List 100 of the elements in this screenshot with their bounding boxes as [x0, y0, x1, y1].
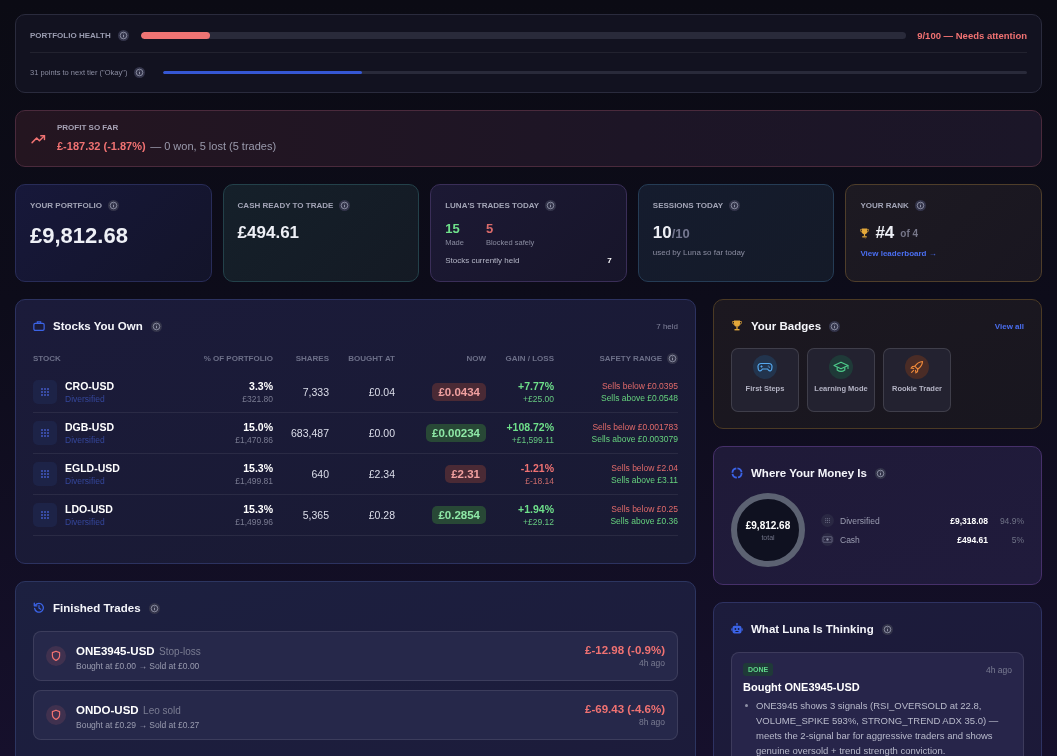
column-header: % OF PORTFOLIO — [202, 353, 273, 363]
sell-above-price: Sells above £0.36 — [610, 516, 678, 526]
grid-icon — [33, 421, 57, 445]
allocation-amount: £9,318.08 — [950, 515, 988, 526]
portfolio-share: 3.3% — [249, 380, 273, 392]
gain-percent: +7.77% — [518, 380, 554, 392]
decision-title: Bought ONE3945-USD — [743, 681, 861, 693]
bullet-icon — [745, 704, 748, 707]
stock-ticker: LDO-USD — [65, 503, 113, 515]
rank-total: of 4 — [900, 227, 919, 239]
sell-below-price: Sells below £0.0395 — [601, 381, 678, 391]
current-price: £0.2854 — [432, 506, 486, 524]
column-header: NOW — [465, 353, 486, 363]
panel-title: Stocks You Own — [53, 320, 143, 332]
allocation-amount: £494.61 — [957, 534, 988, 545]
sell-below-price: Sells below £0.25 — [611, 504, 678, 514]
grid-icon — [33, 462, 57, 486]
graduation-cap-icon — [829, 355, 853, 379]
portfolio-share: 15.0% — [243, 421, 273, 433]
trade-prices: Bought at £0.00 → Sold at £0.00 — [76, 661, 201, 671]
trophy-icon — [860, 227, 870, 239]
share-count: 7,333 — [301, 386, 329, 398]
gain-amount: +£1,599.11 — [511, 435, 554, 445]
robot-icon — [731, 623, 743, 635]
info-icon[interactable] — [829, 320, 841, 332]
trophy-icon — [731, 320, 743, 332]
sell-above-price: Sells above £0.0548 — [600, 393, 678, 403]
holding-value: £1,499.81 — [235, 476, 273, 486]
stat-label: SESSIONS TODAY — [652, 201, 724, 210]
trade-result: £-12.98 (-0.9%) — [585, 644, 665, 656]
stat-label: LUNA'S TRADES TODAY — [445, 201, 540, 210]
gain-amount: +£29.12 — [523, 517, 554, 527]
cash-value: £494.61 — [237, 223, 301, 243]
sell-below-price: Sells below £2.04 — [611, 463, 678, 473]
held-total: 7 held — [656, 321, 678, 331]
leaderboard-link[interactable]: View leaderboard → — [860, 249, 937, 258]
info-icon[interactable] — [874, 467, 886, 479]
column-header: SAFETY RANGE — [599, 353, 662, 363]
info-icon[interactable] — [729, 200, 741, 211]
profit-amount: £-187.32 (-1.87%) — [57, 140, 146, 152]
stock-category: Diversified — [65, 517, 105, 527]
health-label: PORTFOLIO HEALTH — [30, 30, 111, 40]
gain-percent: +108.72% — [506, 421, 554, 433]
bought-price: £0.00 — [367, 427, 395, 439]
trade-ticker: ONE3945-USD — [76, 645, 155, 657]
trade-card[interactable]: ONDO-USD Leo sold Bought at £0.29 → Sold at £0.27 £-69.43 (-4.6%) 8h ago — [33, 690, 678, 740]
holding-value: £1,470.86 — [235, 435, 273, 445]
gamepad-icon — [753, 355, 777, 379]
info-icon[interactable] — [667, 352, 678, 364]
grid-icon — [33, 380, 57, 404]
info-icon[interactable] — [108, 200, 119, 211]
info-icon[interactable] — [148, 602, 160, 614]
bought-price: £2.34 — [367, 468, 395, 480]
current-price: £0.00234 — [426, 424, 486, 442]
sessions-note: used by Luna so far today — [652, 248, 746, 257]
made-count: 15 — [445, 221, 461, 236]
decision-reason: ONE3945 shows 3 signals (RSI_OVERSOLD at 22.8, VOLUME_SPIKE 593%, STRONG_TREND ADX 35.0) — meets the 2-signal bar for aggressive traders and shows genuine oversold + trend strength conviction. — [756, 699, 1000, 756]
info-icon[interactable] — [881, 623, 893, 635]
info-icon[interactable] — [339, 200, 351, 211]
portfolio-value: £9,812.68 — [30, 223, 129, 249]
view-all-link[interactable]: View all — [994, 321, 1024, 331]
allocation-label: Diversified — [840, 515, 881, 526]
info-icon[interactable] — [117, 29, 129, 41]
column-header: SHARES — [294, 353, 329, 363]
trend-up-icon — [31, 133, 46, 144]
portfolio-share: 15.3% — [243, 503, 273, 515]
stock-ticker: CRO-USD — [65, 380, 114, 392]
profit-summary: — 0 won, 5 lost (5 trades) — [150, 140, 277, 152]
trade-card[interactable]: ONE3945-USD Stop-loss Bought at £0.00 → Sold at £0.00 £-12.98 (-0.9%) 4h ago — [33, 631, 678, 681]
trade-time: 8h ago — [639, 717, 665, 727]
info-icon[interactable] — [134, 66, 146, 78]
ring-icon — [731, 467, 743, 479]
info-icon[interactable] — [545, 200, 557, 211]
panel-title: Your Badges — [751, 320, 822, 332]
share-count: 5,365 — [301, 509, 329, 521]
gain-percent: +1.94% — [518, 503, 554, 515]
allocation-share: 5% — [1010, 534, 1024, 545]
gain-amount: £-18.14 — [525, 476, 554, 486]
stat-label: YOUR PORTFOLIO — [30, 201, 102, 210]
gain-amount: +£25.00 — [523, 394, 554, 404]
sessions-used: 10 — [652, 223, 672, 243]
trade-prices: Bought at £0.29 → Sold at £0.27 — [76, 720, 201, 730]
shield-icon — [46, 646, 66, 666]
sell-above-price: Sells above £3.11 — [611, 475, 678, 485]
bought-price: £0.28 — [367, 509, 395, 521]
stock-ticker: DGB-USD — [65, 421, 114, 433]
holding-value: £1,499.96 — [235, 517, 273, 527]
trade-reason: Leo sold — [143, 705, 181, 716]
info-icon[interactable] — [150, 320, 162, 332]
panel-title: What Luna Is Thinking — [751, 623, 874, 635]
held-label: Stocks currently held — [445, 256, 520, 265]
briefcase-icon — [33, 320, 45, 332]
profit-label: PROFIT SO FAR — [57, 123, 120, 132]
gain-percent: -1.21% — [520, 462, 554, 474]
trade-reason: Stop-loss — [159, 646, 201, 657]
info-icon[interactable] — [914, 200, 926, 211]
rank-value: #4 — [875, 223, 895, 243]
sessions-limit: /10 — [671, 226, 690, 241]
stock-category: Diversified — [65, 476, 105, 486]
share-count: 640 — [310, 468, 329, 480]
